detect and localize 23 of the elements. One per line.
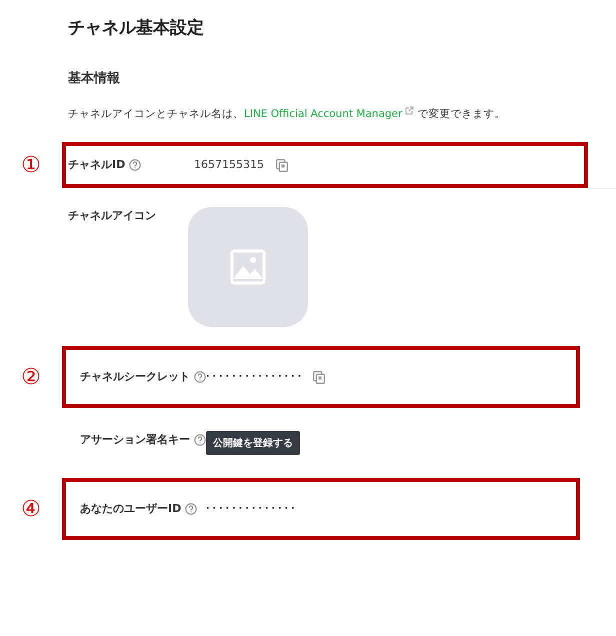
copy-icon[interactable] [276, 159, 288, 172]
field-label: チャネルアイコン [68, 208, 156, 224]
help-icon[interactable] [185, 503, 198, 515]
section-heading: 基本情報 [68, 70, 121, 88]
annotation-number: ① [21, 152, 41, 178]
field-label: アサーション署名キー [80, 432, 190, 448]
external-link-icon[interactable] [405, 106, 414, 115]
annotation-number: ② [21, 364, 41, 390]
help-icon[interactable] [194, 434, 206, 446]
register-key-button[interactable]: 公開鍵を登録する [206, 431, 300, 455]
channel-id-value: 1657155315 [194, 157, 264, 173]
masked-value: · · · · · · · · · · · · · · [206, 503, 295, 516]
help-icon[interactable] [194, 371, 206, 383]
field-label: あなたのユーザーID [80, 501, 182, 517]
help-icon[interactable] [129, 159, 142, 171]
page-title: チャネル基本設定 [68, 17, 205, 40]
image-icon [230, 249, 266, 285]
field-label: チャネルID [68, 157, 126, 173]
annotation-number: ④ [21, 496, 41, 522]
field-label: チャネルシークレット [80, 369, 190, 385]
copy-icon[interactable] [313, 371, 326, 384]
masked-value: · · · · · · · · · · · · · · · [206, 371, 302, 384]
info-text: チャネルアイコンとチャネル名は、LINE Official Account Manager で変更できます。 [68, 106, 506, 122]
